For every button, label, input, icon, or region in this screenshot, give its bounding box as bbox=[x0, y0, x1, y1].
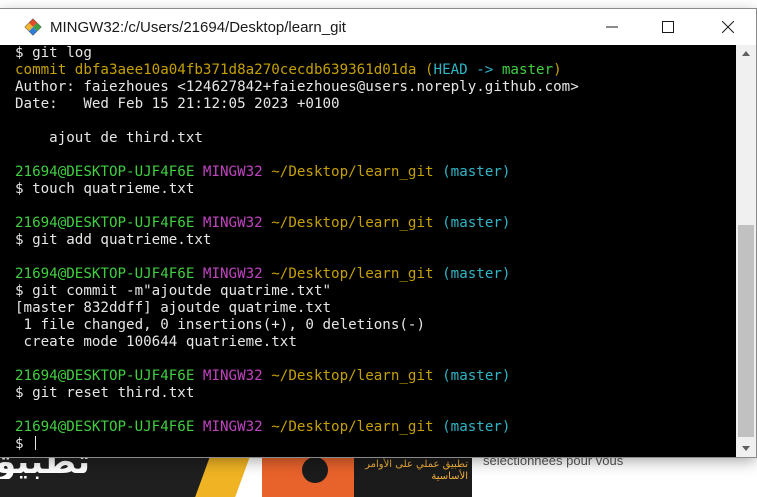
terminal-text: 21694@DESKTOP-UJF4F6E bbox=[15, 368, 203, 384]
terminal-text: $ git log bbox=[15, 45, 92, 61]
terminal-text: MINGW32 bbox=[202, 164, 272, 180]
terminal-line: $ git log bbox=[15, 45, 579, 62]
scroll-down-button[interactable] bbox=[736, 440, 756, 457]
terminal-text: ajout de third.txt bbox=[15, 130, 203, 146]
background-book-thumbnail[interactable]: تطبيق عملي على الأوامر الأساسية bbox=[262, 455, 472, 497]
terminal-text: 21694@DESKTOP-UJF4F6E bbox=[15, 164, 203, 180]
text-cursor bbox=[35, 436, 37, 450]
terminal-line: $ touch quatrieme.txt bbox=[15, 181, 579, 198]
terminal-text: commit dbfa3aee10a04fb371d8a270cecdb6393… bbox=[15, 62, 425, 78]
terminal-lines: $ git log commit dbfa3aee10a04fb371d8a270… bbox=[15, 45, 579, 453]
terminal-text: [master 832ddff] ajoutde quatrime.txt bbox=[15, 300, 332, 316]
terminal-text: ~/Desktop/learn_git bbox=[271, 266, 443, 282]
scroll-thumb[interactable] bbox=[738, 225, 754, 437]
terminal-line: 21694@DESKTOP-UJF4F6E MINGW32 ~/Desktop/… bbox=[15, 419, 579, 436]
terminal-text: MINGW32 bbox=[202, 266, 272, 282]
terminal-text: $ bbox=[15, 436, 33, 452]
mingw-diamond-icon bbox=[24, 18, 42, 36]
terminal-line: 21694@DESKTOP-UJF4F6E MINGW32 ~/Desktop/… bbox=[15, 215, 579, 232]
minimize-button[interactable] bbox=[584, 9, 640, 45]
terminal-line: 1 file changed, 0 insertions(+), 0 delet… bbox=[15, 317, 579, 334]
terminal-text: ~/Desktop/learn_git bbox=[271, 368, 443, 384]
terminal-text: MINGW32 bbox=[202, 419, 272, 435]
terminal-line: $ git add quatrieme.txt bbox=[15, 232, 579, 249]
terminal-text: (master) bbox=[442, 419, 511, 435]
terminal-text: (master) bbox=[442, 215, 511, 231]
maximize-button[interactable] bbox=[640, 9, 696, 45]
scroll-up-button[interactable] bbox=[736, 45, 756, 62]
terminal-window: MINGW32:/c/Users/21694/Desktop/learn_git… bbox=[0, 9, 756, 457]
minimize-icon bbox=[606, 26, 618, 28]
terminal-text: ~/Desktop/learn_git bbox=[271, 419, 443, 435]
terminal-text: HEAD -> bbox=[433, 62, 502, 78]
terminal-text: MINGW32 bbox=[202, 215, 272, 231]
terminal-line: Author: faiezhoues <124627842+faiezhoues… bbox=[15, 79, 579, 96]
terminal-line: ajout de third.txt bbox=[15, 130, 579, 147]
terminal-text: ~/Desktop/learn_git bbox=[271, 164, 443, 180]
terminal-text: master bbox=[501, 62, 554, 78]
terminal-text: Author: faiezhoues <124627842+faiezhoues… bbox=[15, 79, 579, 95]
terminal-text: create mode 100644 quatrieme.txt bbox=[15, 334, 297, 350]
terminal-text: (master) bbox=[442, 368, 511, 384]
terminal-text: (master) bbox=[442, 266, 511, 282]
maximize-icon bbox=[662, 21, 674, 33]
title-bar[interactable]: MINGW32:/c/Users/21694/Desktop/learn_git bbox=[0, 9, 756, 45]
close-button[interactable] bbox=[700, 9, 756, 45]
terminal-text: $ touch quatrieme.txt bbox=[15, 181, 195, 197]
terminal-line: Date: Wed Feb 15 21:12:05 2023 +0100 bbox=[15, 96, 579, 113]
terminal-line: 21694@DESKTOP-UJF4F6E MINGW32 ~/Desktop/… bbox=[15, 368, 579, 385]
terminal-text: 21694@DESKTOP-UJF4F6E bbox=[15, 266, 203, 282]
terminal-text: 21694@DESKTOP-UJF4F6E bbox=[15, 419, 203, 435]
terminal-text: ) bbox=[553, 62, 562, 78]
terminal-text: $ git commit -m"ajoutde quatrime.txt" bbox=[15, 283, 332, 299]
terminal-line: 21694@DESKTOP-UJF4F6E MINGW32 ~/Desktop/… bbox=[15, 164, 579, 181]
terminal-line: $ bbox=[15, 436, 579, 453]
terminal-line: $ git reset third.txt bbox=[15, 385, 579, 402]
terminal-text: 21694@DESKTOP-UJF4F6E bbox=[15, 215, 203, 231]
close-icon bbox=[722, 21, 734, 33]
book-lock-icon bbox=[302, 457, 328, 483]
terminal-text: ( bbox=[425, 62, 434, 78]
arrow-down-icon bbox=[742, 446, 750, 451]
arrow-up-icon bbox=[742, 51, 750, 56]
terminal-line: commit dbfa3aee10a04fb371d8a270cecdb6393… bbox=[15, 62, 579, 79]
terminal-line: $ git commit -m"ajoutde quatrime.txt" bbox=[15, 283, 579, 300]
terminal-text: Date: Wed Feb 15 21:12:05 2023 +0100 bbox=[15, 96, 340, 112]
vertical-scrollbar[interactable] bbox=[736, 45, 756, 457]
terminal-line: [master 832ddff] ajoutde quatrime.txt bbox=[15, 300, 579, 317]
terminal-output[interactable]: $ git log commit dbfa3aee10a04fb371d8a270… bbox=[0, 45, 736, 457]
terminal-text: $ git add quatrieme.txt bbox=[15, 232, 212, 248]
window-title: MINGW32:/c/Users/21694/Desktop/learn_git bbox=[50, 19, 346, 36]
terminal-text: MINGW32 bbox=[202, 368, 272, 384]
terminal-text: ~/Desktop/learn_git bbox=[271, 215, 443, 231]
book-title: تطبيق عملي على الأوامر الأساسية bbox=[365, 459, 468, 482]
terminal-text: $ git reset third.txt bbox=[15, 385, 195, 401]
terminal-text: 1 file changed, 0 insertions(+), 0 delet… bbox=[15, 317, 425, 333]
terminal-text: (master) bbox=[442, 164, 511, 180]
terminal-line: 21694@DESKTOP-UJF4F6E MINGW32 ~/Desktop/… bbox=[15, 266, 579, 283]
terminal-line: create mode 100644 quatrieme.txt bbox=[15, 334, 579, 351]
